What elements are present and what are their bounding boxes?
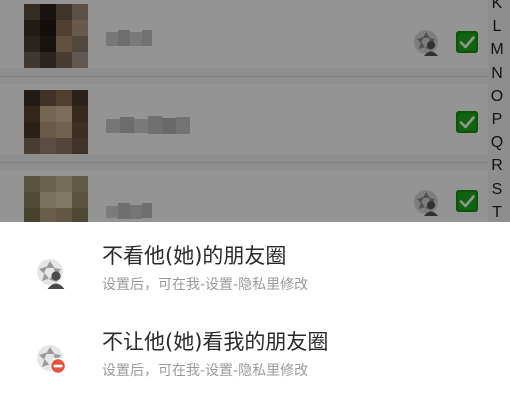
hide-moments-icon: [37, 259, 65, 289]
moments-privacy-sheet: 不看他(她)的朋友圈 设置后，可在我-设置-隐私里修改 不让他(她)看我的朋友圈…: [0, 222, 510, 400]
block-moments-icon: [37, 345, 67, 375]
option-subtitle: 设置后，可在我-设置-隐私里修改: [102, 363, 309, 379]
modal-dim-overlay[interactable]: [0, 0, 510, 222]
option-block-my-moments[interactable]: 不让他(她)看我的朋友圈 设置后，可在我-设置-隐私里修改: [0, 326, 510, 406]
option-title: 不让他(她)看我的朋友圈: [102, 330, 329, 354]
contact-list: KLMNOPQRST: [0, 0, 510, 240]
option-subtitle: 设置后，可在我-设置-隐私里修改: [102, 277, 309, 293]
option-hide-their-moments[interactable]: 不看他(她)的朋友圈 设置后，可在我-设置-隐私里修改: [0, 240, 510, 320]
option-title: 不看他(她)的朋友圈: [102, 244, 287, 268]
